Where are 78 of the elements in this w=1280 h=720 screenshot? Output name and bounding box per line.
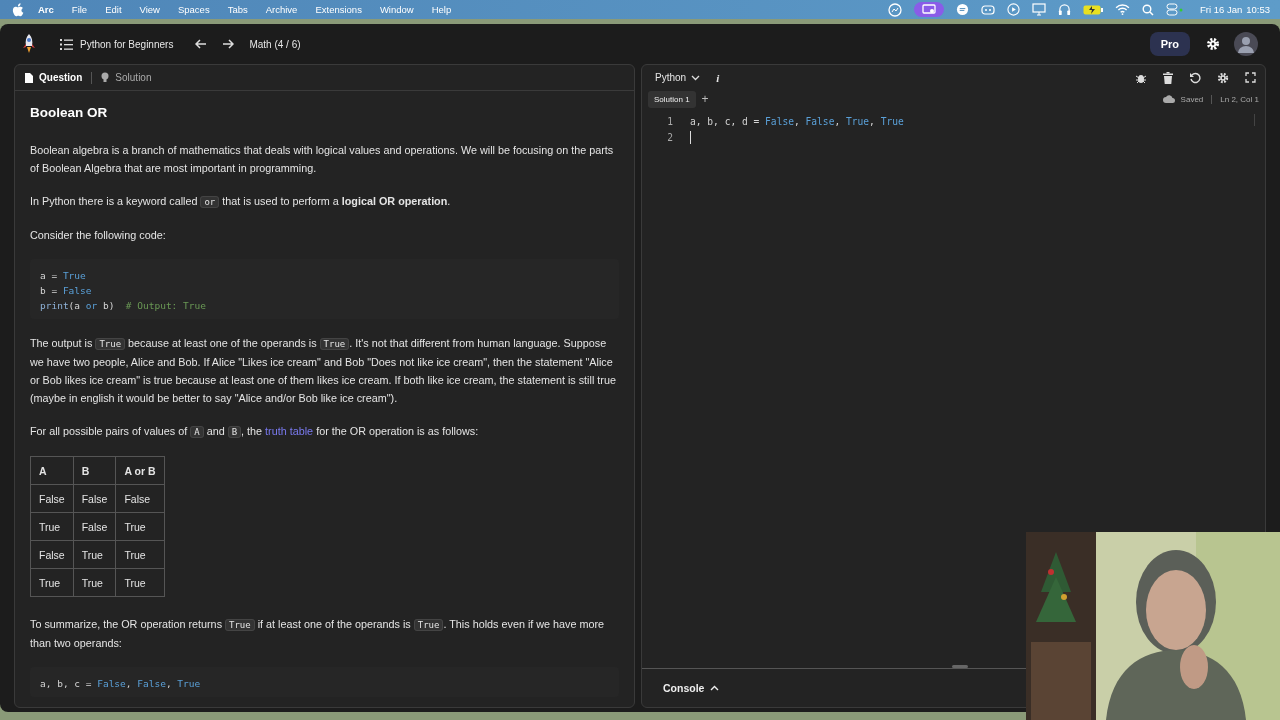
paragraph: For all possible pairs of values of A and B , the truth table for the OR operation is as follows: [30, 424, 480, 440]
column-header: A or B [115, 456, 164, 485]
add-tab-button[interactable]: + [701, 92, 709, 106]
info-button[interactable]: i [716, 71, 720, 84]
fullscreen-icon[interactable] [1245, 72, 1256, 83]
menu-item[interactable]: File [71, 4, 88, 15]
table-cell: False [73, 512, 116, 541]
wifi-icon[interactable] [1114, 4, 1130, 15]
play-icon[interactable] [1006, 3, 1020, 16]
rocket-icon[interactable] [22, 33, 36, 55]
table-cell: True [115, 540, 164, 569]
table-cell: False [30, 540, 74, 569]
menu-item[interactable]: Spaces [177, 4, 210, 15]
cloud-icon [1162, 95, 1175, 103]
paragraph: Boolean algebra is a branch of mathematics that deals with logical values and operations. We will be focusing on the parts of Boolean Algebra that are most important in programming. [30, 143, 615, 176]
language-dropdown[interactable]: Python [655, 72, 701, 83]
reset-icon[interactable] [1189, 71, 1201, 84]
settings-icon[interactable] [1217, 71, 1229, 84]
avatar[interactable] [1234, 32, 1258, 56]
search-icon[interactable] [1141, 3, 1154, 16]
tab[interactable]: Solution [101, 72, 152, 83]
menu-item[interactable]: Archive [265, 4, 298, 15]
lesson-title: Math (4 / 6) [249, 38, 301, 50]
table-cell: True [115, 568, 164, 597]
trash-icon[interactable] [1163, 71, 1173, 84]
app-icon[interactable] [955, 3, 969, 16]
console-toggle[interactable]: Console [663, 682, 720, 694]
chart-icon[interactable] [887, 2, 902, 17]
control-center-icon[interactable] [1165, 3, 1184, 16]
table-cell: False [30, 484, 74, 513]
menu-bar-time[interactable]: 10:53 [1246, 4, 1270, 15]
screen-share-button[interactable] [913, 2, 944, 17]
chevron-icon [710, 685, 720, 691]
menu-item[interactable]: Edit [105, 4, 122, 15]
table-cell: True [30, 568, 74, 597]
cursor-position: Ln 2, Col 1 [1220, 94, 1259, 104]
display-icon[interactable] [1031, 3, 1046, 16]
headphones-icon[interactable] [1057, 3, 1071, 16]
course-menu-button[interactable]: Python for Beginners [60, 38, 174, 50]
table-cell: False [115, 484, 164, 513]
battery-icon[interactable] [1082, 4, 1103, 15]
tab[interactable]: Question [25, 72, 83, 83]
lesson-heading: Boolean OR [30, 105, 109, 120]
column-header: A [30, 456, 74, 485]
table-cell: True [73, 568, 116, 597]
pro-button[interactable]: Pro [1149, 32, 1190, 56]
menu-bar-date[interactable]: Fri 16 Jan [1199, 4, 1243, 15]
column-header: B [73, 456, 116, 485]
document-icon [25, 72, 33, 83]
code-line: a, b, c, d = False, False, True, True [690, 115, 904, 127]
line-number: 2 [666, 131, 673, 143]
resize-handle[interactable] [952, 665, 968, 668]
paragraph: In Python there is a keyword called or that is used to perform a logical OR operation. [30, 194, 452, 210]
menu-item[interactable]: Extensions [315, 4, 362, 15]
gamepad-icon[interactable] [980, 4, 995, 15]
back-arrow-icon[interactable] [195, 39, 208, 49]
forward-arrow-icon[interactable] [222, 39, 235, 49]
paragraph: The output is True because at least one of the operands is True . It's not that different from human language. Suppose we have two people, Alice and Bob. If Alice "Likes ice cream" and Bob "Does not like ice cream", then the statement "Alice or Bob likes ice cream" is true because at least one of them likes ice cream. If both like ice cream, the statement is still true (maybe in english it would be better to say "Alice and/or Bob like ice cream"). [30, 336, 617, 406]
table-cell: True [115, 512, 164, 541]
chevron-down-icon [691, 74, 701, 81]
lightbulb-icon [101, 72, 110, 83]
table-cell: True [30, 512, 74, 541]
apple-icon[interactable] [12, 2, 24, 17]
link[interactable]: truth table [265, 425, 314, 437]
screen-share-icon [921, 4, 936, 15]
list-icon [60, 38, 73, 50]
menu-item[interactable]: Window [379, 4, 414, 15]
menu-item[interactable]: Tabs [227, 4, 248, 15]
table-cell: False [73, 484, 116, 513]
save-status: Saved [1180, 94, 1204, 104]
menu-item[interactable]: Help [431, 4, 452, 15]
table-cell: True [73, 540, 116, 569]
file-tab[interactable]: Solution 1 [648, 90, 696, 108]
paragraph: Consider the following code: [30, 228, 167, 243]
menu-item[interactable]: View [139, 4, 160, 15]
paragraph: To summarize, the OR operation returns True if at least one of the operands is True . This holds even if we have more than two operands: [30, 617, 606, 651]
line-number: 1 [666, 115, 673, 127]
menu-item[interactable]: Arc [38, 4, 54, 15]
